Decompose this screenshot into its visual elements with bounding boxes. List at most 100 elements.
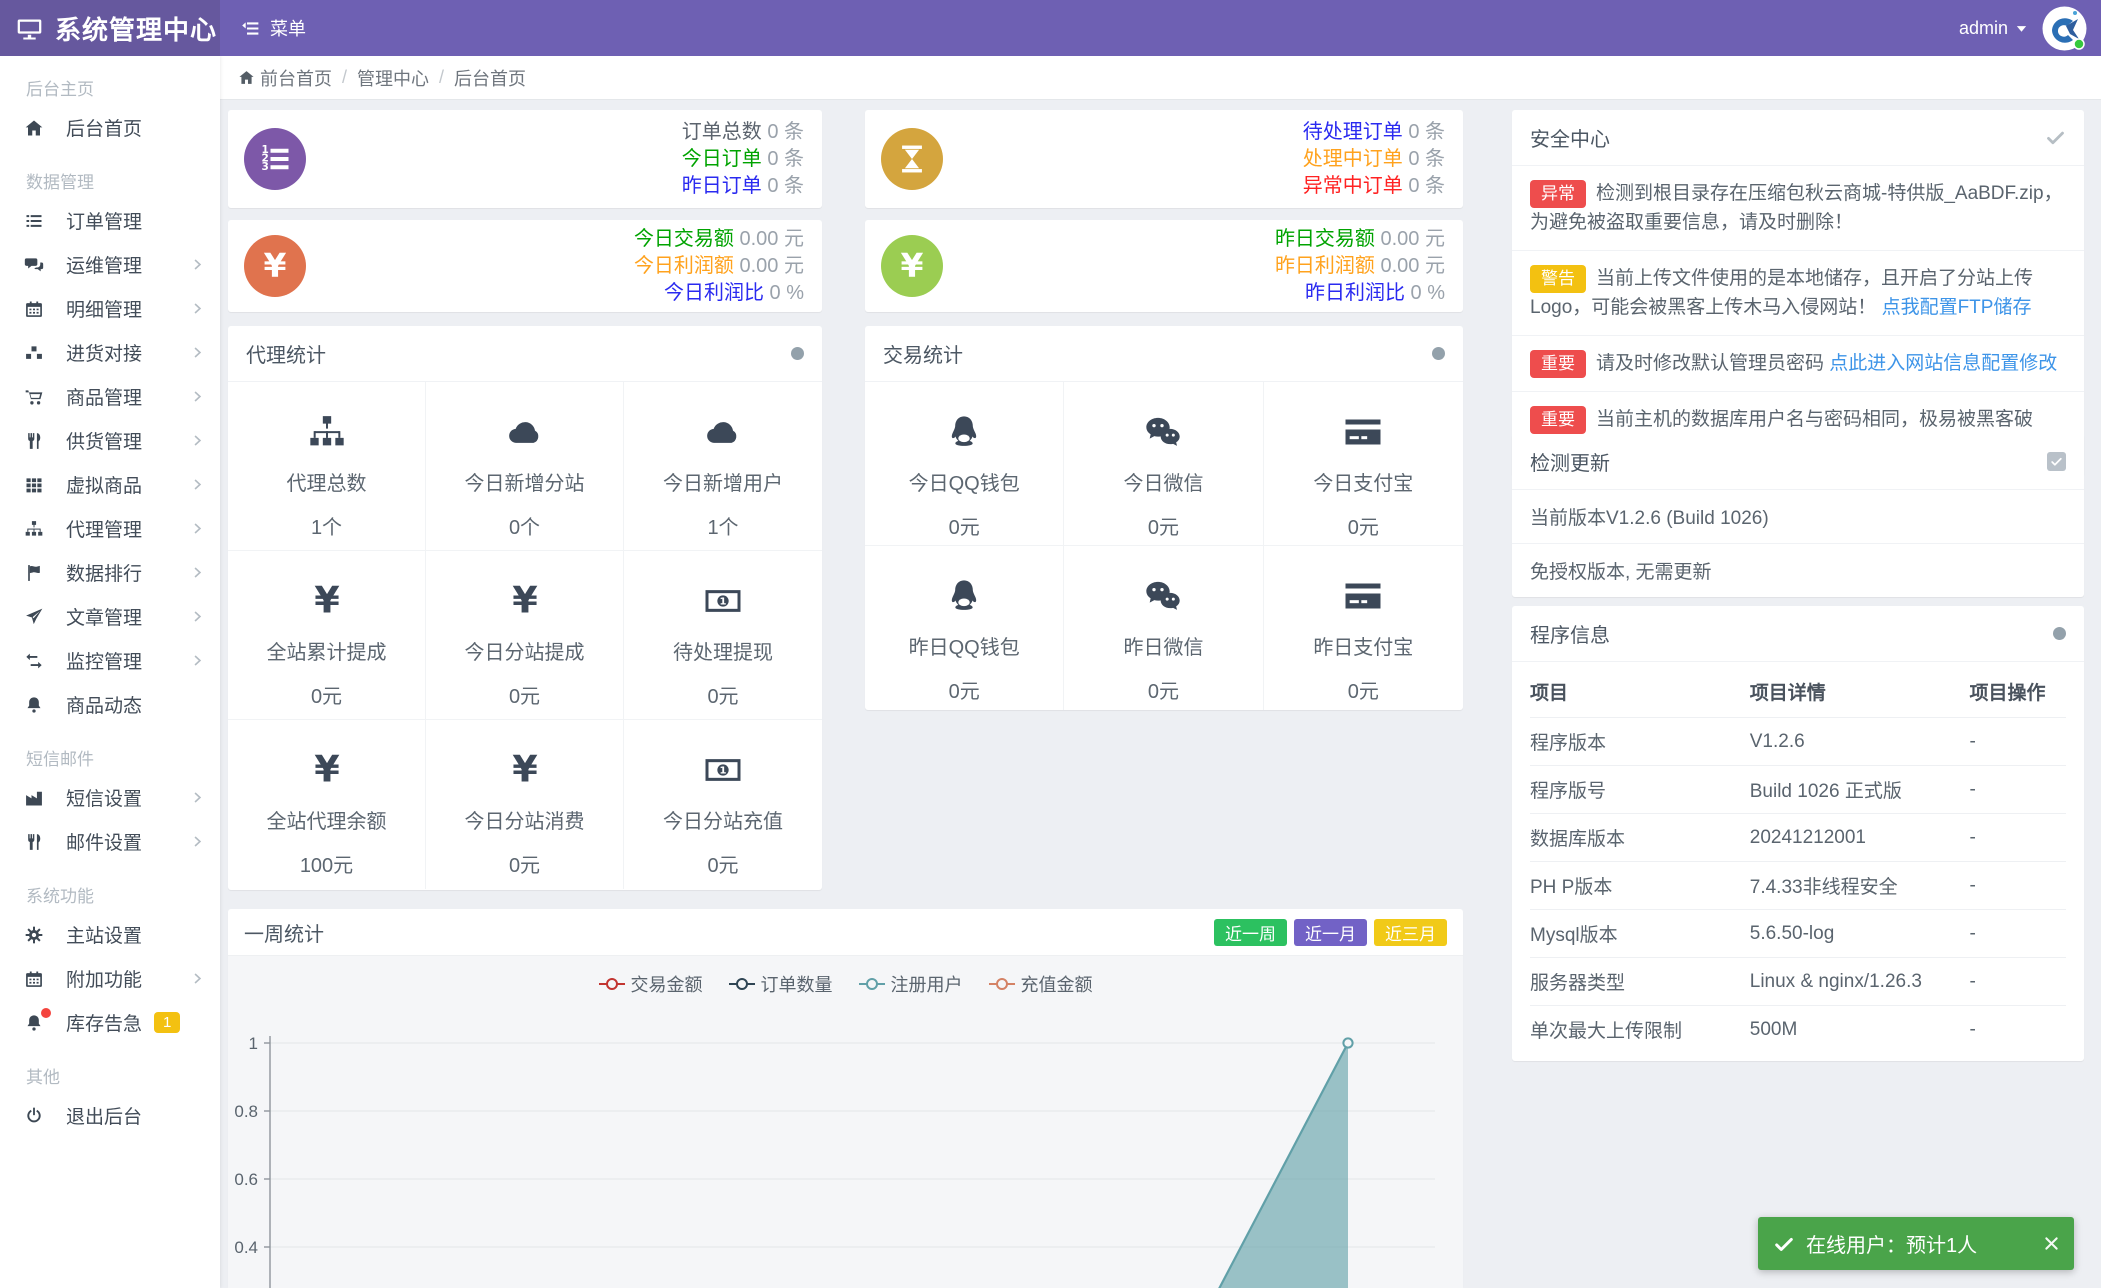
sidebar-item-agent[interactable]: 代理管理 bbox=[0, 506, 220, 550]
sidebar-item-addons[interactable]: 附加功能 bbox=[0, 956, 220, 1000]
checkbox-icon[interactable] bbox=[2047, 452, 2066, 471]
sidebar-item-goods[interactable]: 商品管理 bbox=[0, 374, 220, 418]
sidebar-item-orders[interactable]: 订单管理 bbox=[0, 198, 220, 242]
breadcrumb-center[interactable]: 管理中心 bbox=[357, 65, 429, 91]
sidebar-item-dashboard[interactable]: 后台首页 bbox=[0, 105, 220, 149]
sidebar-item-mail[interactable]: 邮件设置 bbox=[0, 819, 220, 863]
column-header: 项目 bbox=[1530, 666, 1750, 718]
sidebar-item-monitor[interactable]: 监控管理 bbox=[0, 638, 220, 682]
stat-unit: 条 bbox=[784, 120, 804, 143]
chevron-right-icon bbox=[191, 390, 204, 403]
check-icon[interactable] bbox=[2045, 127, 2066, 148]
sidebar-item-label: 商品动态 bbox=[66, 695, 143, 717]
sidebar-item-detail[interactable]: 明细管理 bbox=[0, 286, 220, 330]
sidebar-item-supply[interactable]: 供货管理 bbox=[0, 418, 220, 462]
check-icon bbox=[1773, 1233, 1795, 1255]
chevron-right-icon bbox=[191, 654, 204, 667]
range-month-button[interactable]: 近一月 bbox=[1294, 918, 1367, 946]
sidebar-item-label: 附加功能 bbox=[66, 969, 143, 991]
breadcrumb-current[interactable]: 后台首页 bbox=[454, 65, 526, 91]
stat-label: 异常中订单 bbox=[1302, 174, 1403, 197]
topbar-right: admin bbox=[1959, 6, 2101, 51]
alert-badge: 重要 bbox=[1530, 350, 1586, 379]
sidebar-item-logout[interactable]: 退出后台 bbox=[0, 1093, 220, 1137]
stat-unit: 元 bbox=[1425, 227, 1445, 250]
banknote-icon bbox=[700, 581, 746, 621]
table-row: 数据库版本 20241212001- bbox=[1530, 813, 2066, 862]
sidebar-item-virtual[interactable]: 虚拟商品 bbox=[0, 462, 220, 506]
sidebar-item-ops[interactable]: 运维管理 bbox=[0, 242, 220, 286]
hamburger-icon bbox=[240, 18, 261, 39]
cell-value: 0个 bbox=[508, 517, 541, 539]
panel-header: 交易统计 bbox=[865, 326, 1463, 382]
panel-tool-icon[interactable] bbox=[791, 347, 804, 360]
app-logo[interactable]: 系统管理中心 bbox=[0, 0, 220, 56]
legend-item[interactable]: 交易金额 bbox=[598, 971, 703, 997]
range-quarter-button[interactable]: 近三月 bbox=[1374, 918, 1447, 946]
breadcrumb-home[interactable]: 前台首页 bbox=[238, 65, 332, 91]
sidebar-section-label: 其他 bbox=[26, 1068, 60, 1087]
chevron-right-icon bbox=[191, 434, 204, 447]
alert-text: 请及时修改默认管理员密码 bbox=[1596, 353, 1825, 375]
cell-value: 0元 bbox=[508, 855, 541, 877]
panel-tool-icon[interactable] bbox=[1432, 347, 1445, 360]
panel-title: 检测更新 bbox=[1530, 453, 1610, 475]
card-order-totals: 订单总数 0 条 今日订单 0 条 昨日订单 0 条 bbox=[228, 110, 822, 208]
cubes-icon bbox=[24, 343, 44, 363]
panel-title: 代理统计 bbox=[246, 345, 326, 367]
creditcard-icon bbox=[1340, 412, 1386, 452]
sidebar-item-purchase[interactable]: 进货对接 bbox=[0, 330, 220, 374]
cell-value: 0元 bbox=[1147, 517, 1180, 539]
y-axis-tick: 0.8 bbox=[234, 1102, 258, 1121]
stat-unit: 元 bbox=[1425, 254, 1445, 277]
legend-item[interactable]: 订单数量 bbox=[728, 971, 833, 997]
card-lines: 今日交易额 0.00 元 今日利润额 0.00 元 今日利润比 0 % bbox=[634, 226, 822, 307]
alert-dot bbox=[41, 1008, 51, 1018]
cloud-icon bbox=[700, 412, 746, 452]
avatar[interactable] bbox=[2042, 6, 2087, 51]
cell-label: 今日分站提成 bbox=[464, 642, 585, 664]
table-row: 程序版本 V1.2.6- bbox=[1530, 717, 2066, 766]
stat-value: 0.00 bbox=[739, 254, 779, 277]
cell-label: 代理总数 bbox=[286, 473, 367, 495]
user-dropdown[interactable]: admin bbox=[1959, 18, 2028, 39]
panel-header: 检测更新 bbox=[1512, 434, 2084, 490]
username: admin bbox=[1958, 17, 2008, 38]
legend-marker-icon bbox=[858, 978, 885, 990]
cell-value: 100元 bbox=[299, 855, 354, 877]
chevron-right-icon bbox=[191, 522, 204, 535]
cell-label: 今日QQ钱包 bbox=[908, 473, 1020, 495]
card-lines: 订单总数 0 条 今日订单 0 条 昨日订单 0 条 bbox=[682, 119, 822, 200]
sidebar-item-label: 后台首页 bbox=[66, 118, 143, 140]
cell-label: 全站累计提成 bbox=[266, 642, 387, 664]
item-detail: 5.6.50-log bbox=[1749, 909, 1970, 958]
caret-down-icon bbox=[2015, 22, 2028, 35]
range-week-button[interactable]: 近一周 bbox=[1214, 918, 1287, 946]
item-action: - bbox=[1969, 861, 2066, 910]
sidebar-item-sms[interactable]: 短信设置 bbox=[0, 775, 220, 819]
security-alert: 异常 检测到根目录存在压缩包秋云商城-特供版_AaBDF.zip，为避免被盗取重要… bbox=[1512, 166, 2084, 252]
sidebar-toggle-button[interactable]: 菜单 bbox=[220, 0, 326, 56]
sidebar-item-goods-dynamics[interactable]: 商品动态 bbox=[0, 682, 220, 726]
ftp-config-link[interactable]: 点我配置FTP储存 bbox=[1882, 297, 2032, 318]
sidebar-item-label: 库存告急 bbox=[66, 1013, 143, 1035]
stat-unit: 元 bbox=[784, 254, 804, 277]
cell-value: 0元 bbox=[1147, 681, 1180, 703]
close-icon[interactable] bbox=[2044, 1236, 2059, 1251]
security-alert: 重要 请及时修改默认管理员密码 点此进入网站信息配置修改 bbox=[1512, 336, 2084, 393]
sidebar-item-stock-alert[interactable]: 库存告急 1 bbox=[0, 1000, 220, 1044]
stat-unit: 条 bbox=[784, 174, 804, 197]
table-row: 单次最大上传限制 500M - bbox=[1530, 1006, 2066, 1054]
sidebar-item-article[interactable]: 文章管理 bbox=[0, 594, 220, 638]
home-icon bbox=[24, 118, 44, 138]
sidebar-item-rank[interactable]: 数据排行 bbox=[0, 550, 220, 594]
legend-marker-icon bbox=[728, 978, 755, 990]
legend-item[interactable]: 注册用户 bbox=[858, 971, 963, 997]
site-config-link[interactable]: 点此进入网站信息配置修改 bbox=[1829, 353, 2057, 374]
sidebar-item-label: 文章管理 bbox=[66, 607, 143, 629]
sidebar-item-site-settings[interactable]: 主站设置 bbox=[0, 912, 220, 956]
sidebar-item-label: 代理管理 bbox=[66, 519, 143, 541]
cell-value: 0元 bbox=[508, 686, 541, 708]
panel-tool-icon[interactable] bbox=[2053, 627, 2066, 640]
legend-item[interactable]: 充值金额 bbox=[988, 971, 1093, 997]
